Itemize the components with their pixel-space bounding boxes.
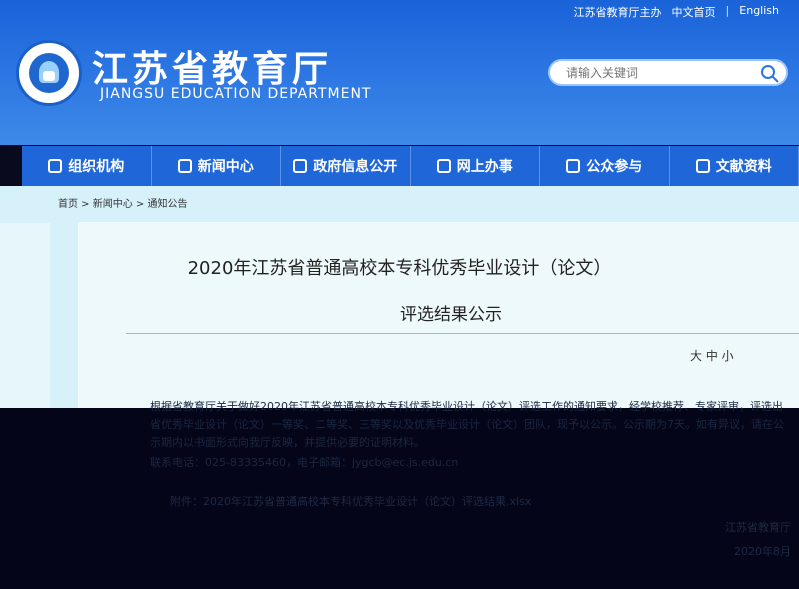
article-title: 2020年江苏省普通高校本专科优秀毕业设计（论文）	[187, 258, 612, 279]
info-icon	[293, 159, 308, 173]
article-subtitle: 评选结果公示	[400, 305, 502, 325]
divider: |	[725, 4, 730, 17]
breadcrumb[interactable]: 首页 > 新闻中心 > 通知公告	[58, 195, 187, 210]
nav-label: 公众参与	[586, 159, 643, 175]
contact-paragraph: 联系电话：025-83335460，电子邮箱：jygcb@ec.js.edu.c…	[150, 456, 459, 469]
sponsor-text: 江苏省教育厅主办	[573, 6, 662, 19]
org-icon	[48, 159, 63, 173]
nav-item-news[interactable]: 新闻中心	[152, 146, 281, 186]
logo-book	[43, 71, 55, 81]
attachment-link[interactable]: 附件：2020年江苏省普通高校本专科优秀毕业设计（论文）评选结果.xlsx	[170, 493, 531, 509]
site-subtitle: JIANGSU EDUCATION DEPARTMENT	[100, 86, 372, 102]
search-box	[548, 59, 788, 86]
service-icon	[436, 159, 451, 173]
signature-date: 2020年8月	[734, 545, 791, 558]
nav-label: 政府信息公开	[313, 159, 398, 175]
nav-item-org[interactable]: 组织机构	[22, 146, 152, 186]
nav-label: 组织机构	[68, 159, 125, 175]
nav-label: 网上办事	[456, 159, 513, 175]
nav-item-public[interactable]: 公众参与	[540, 146, 670, 186]
nav-label: 新闻中心	[197, 159, 254, 175]
public-icon	[566, 159, 581, 173]
nav-item-service[interactable]: 网上办事	[411, 146, 540, 186]
search-icon[interactable]	[760, 64, 780, 84]
signature-block: 江苏省教育厅 2020年8月	[725, 516, 791, 564]
site-header: 江苏省教育厅主办 中文首页 | English 江苏省教育厅 JIANGSU E…	[0, 0, 799, 145]
nav-item-info[interactable]: 政府信息公开	[281, 146, 411, 186]
left-panel	[0, 223, 50, 408]
search-input[interactable]	[564, 64, 748, 81]
home-link[interactable]: 中文首页	[672, 4, 716, 20]
font-size-switcher[interactable]: 大 中 小	[690, 347, 734, 364]
english-link[interactable]: English	[739, 4, 779, 20]
article-body: 根据省教育厅关于做好2020年江苏省普通高校本专科优秀毕业设计（论文）评选工作的…	[150, 398, 790, 474]
nav-item-docs[interactable]: 文献资料	[670, 146, 799, 186]
top-links: 江苏省教育厅主办 中文首页 | English	[574, 4, 779, 20]
body-paragraph: 根据省教育厅关于做好2020年江苏省普通高校本专科优秀毕业设计（论文）评选工作的…	[150, 400, 784, 449]
title-divider	[126, 333, 799, 334]
site-title: 江苏省教育厅	[92, 49, 333, 90]
signature-org: 江苏省教育厅	[725, 521, 791, 534]
site-logo[interactable]	[16, 40, 82, 106]
nav-label: 文献资料	[715, 159, 772, 175]
docs-icon	[695, 159, 710, 173]
news-icon	[177, 159, 192, 173]
main-nav: 组织机构 新闻中心 政府信息公开 网上办事 公众参与 文献资料	[22, 146, 799, 186]
